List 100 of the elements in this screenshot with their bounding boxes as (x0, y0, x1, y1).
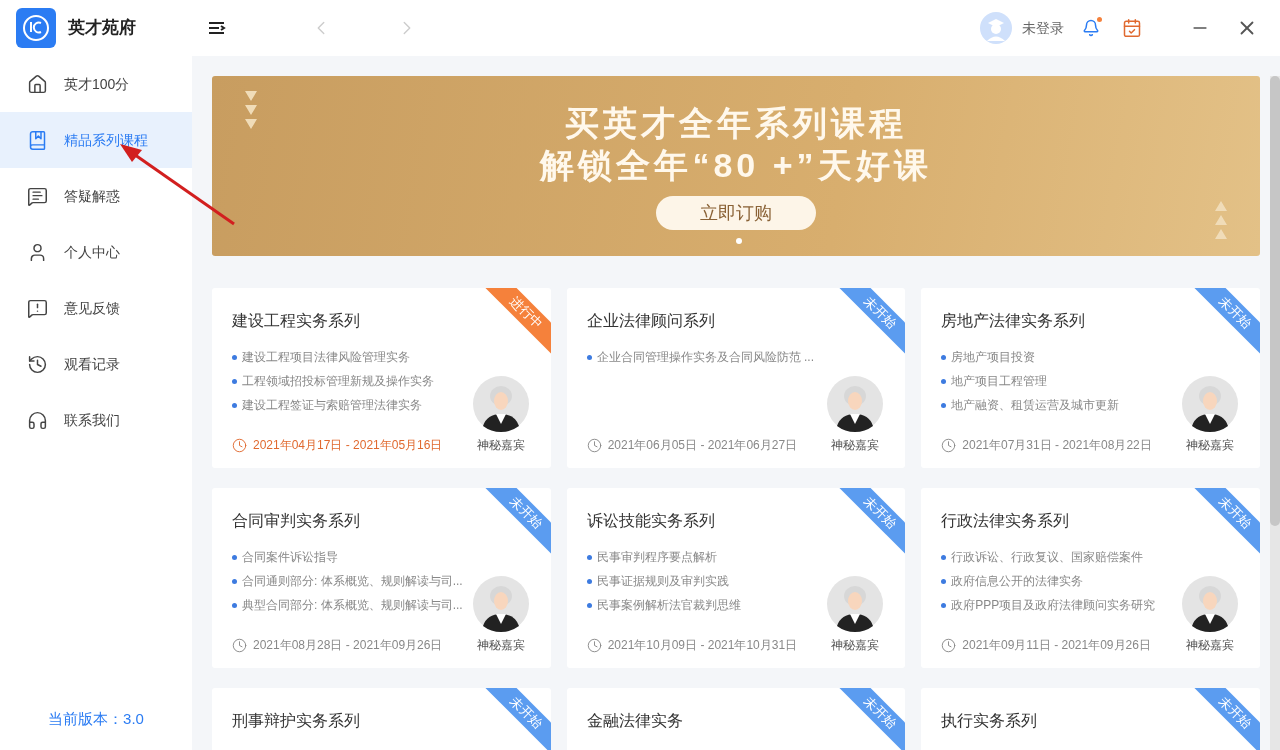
course-topic: 建设工程签证与索赔管理法律实务 (242, 397, 422, 414)
promo-banner[interactable]: 买英才全年系列课程 解锁全年“80 +”天好课 立即订购 (212, 76, 1260, 256)
feedback-icon (27, 297, 48, 319)
bullet-icon (232, 554, 237, 560)
course-topic: 地产融资、租赁运营及城市更新 (951, 397, 1120, 414)
bullet-icon (941, 554, 947, 560)
course-topic: 地产项目工程管理 (951, 373, 1048, 390)
avatar-icon (827, 576, 884, 632)
sidebar-item[interactable]: 意见反馈 (0, 280, 192, 336)
home-icon (27, 73, 48, 95)
bullet-icon (232, 602, 237, 608)
clock-icon (586, 437, 602, 453)
course-card[interactable]: 进行中 建设工程实务系列 建设工程项目法律风险管理实务 工程领域招投标管理新规及操作实务 建设工程签证与索赔管理法律实务 2021年04月17日 - 2021年05月16日 神秘嘉宾 (212, 288, 551, 468)
bullet-icon (586, 554, 592, 560)
clock-icon (232, 437, 247, 453)
course-card[interactable]: 未开始 行政法律实务系列 行政诉讼、行政复议、国家赔偿案件 政府信息公开的法律实务 政府PPP项目及政府法律顾问实务研究 2021年09月11日 - 2021年09月26日 神秘嘉宾 (921, 488, 1260, 668)
course-topic: 房地产项目投资 (951, 349, 1036, 366)
speaker-name: 神秘嘉宾 (831, 437, 880, 454)
course-card[interactable]: 未开始 房地产法律实务系列 房地产项目投资 地产项目工程管理 地产融资、租赁运营及城市更新 2021年07月31日 - 2021年08月22日 神秘嘉宾 (921, 288, 1260, 468)
avatar-icon (472, 576, 529, 632)
clock-icon (586, 637, 602, 653)
course-topic: 政府信息公开的法律实务 (951, 573, 1084, 590)
course-title: 刑事辩护实务系列 (232, 711, 360, 731)
calendar-check-icon[interactable] (1122, 18, 1142, 38)
bullet-icon (941, 354, 947, 360)
sidebar-item[interactable]: 英才100分 (0, 56, 192, 112)
course-topic: 行政诉讼、行政复议、国家赔偿案件 (951, 549, 1144, 566)
course-dates: 2021年07月31日 - 2021年08月22日 (962, 437, 1152, 454)
avatar-icon (827, 376, 884, 432)
bullet-icon (941, 402, 947, 408)
app-logo (16, 8, 56, 48)
speaker-name: 神秘嘉宾 (476, 437, 525, 454)
course-topic: 建设工程项目法律风险管理实务 (242, 349, 410, 366)
course-topic: 工程领域招投标管理新规及操作实务 (242, 373, 434, 390)
notification-bell-icon[interactable] (1082, 19, 1100, 37)
course-title: 建设工程实务系列 (232, 311, 360, 331)
chat-icon (27, 185, 48, 207)
speaker-name: 神秘嘉宾 (1186, 637, 1234, 654)
book-icon (27, 129, 48, 151)
course-card[interactable]: 未开始 诉讼技能实务系列 民事审判程序要点解析 民事证据规则及审判实践 民事案例解析法官裁判思维 2021年10月09日 - 2021年10月31日 神秘嘉宾 (566, 488, 906, 668)
course-title: 诉讼技能实务系列 (586, 511, 715, 531)
clock-icon (941, 637, 957, 653)
course-title: 行政法律实务系列 (941, 511, 1070, 531)
course-card[interactable]: 未开始 合同审判实务系列 合同案件诉讼指导 合同通则部分: 体系概览、规则解读与司... 典型合同部分: 体系概览、规则解读与司... 2021年08月28日 - 2021年09月26日 神秘嘉宾 (212, 488, 551, 668)
course-topic: 合同案件诉讼指导 (242, 549, 338, 566)
bullet-icon (941, 578, 947, 584)
app-name: 英才苑府 (68, 17, 136, 40)
avatar-icon (1182, 576, 1238, 632)
bullet-icon (232, 578, 237, 584)
banner-headline: 买英才全年系列课程 (565, 103, 907, 144)
course-topic: 合同通则部分: 体系概览、规则解读与司... (242, 573, 463, 590)
course-title: 房地产法律实务系列 (941, 311, 1086, 331)
clock-icon (232, 637, 247, 653)
course-topic: 政府PPP项目及政府法律顾问实务研究 (951, 597, 1156, 614)
course-topic: 民事案例解析法官裁判思维 (596, 597, 741, 614)
bullet-icon (586, 578, 592, 584)
course-dates: 2021年04月17日 - 2021年05月16日 (253, 437, 443, 454)
bullet-icon (586, 354, 592, 360)
bullet-icon (941, 602, 947, 608)
bullet-icon (941, 378, 947, 384)
course-card[interactable]: 未开始 执行实务系列 (921, 688, 1260, 750)
sidebar-item[interactable]: 答疑解惑 (0, 168, 192, 224)
course-card[interactable]: 未开始 刑事辩护实务系列 (212, 688, 551, 750)
course-card[interactable]: 未开始 金融法律实务 (566, 688, 906, 750)
sidebar-item[interactable]: 个人中心 (0, 224, 192, 280)
sidebar-item[interactable]: 精品系列课程 (0, 112, 192, 168)
course-card[interactable]: 未开始 企业法律顾问系列 企业合同管理操作实务及合同风险防范 ... 2021年06月05日 - 2021年06月27日 神秘嘉宾 (566, 288, 906, 468)
login-status[interactable]: 未登录 (1022, 17, 1064, 39)
bullet-icon (232, 402, 237, 408)
avatar-icon (1182, 376, 1238, 432)
history-icon (27, 353, 48, 375)
version-label: 当前版本：3.0 (47, 708, 145, 729)
headset-icon (27, 409, 48, 431)
banner-subheadline: 解锁全年“80 +”天好课 (540, 145, 932, 186)
course-dates: 2021年10月09日 - 2021年10月31日 (607, 637, 798, 654)
speaker-name: 神秘嘉宾 (831, 637, 880, 654)
course-topic: 典型合同部分: 体系概览、规则解读与司... (242, 597, 463, 614)
order-button[interactable]: 立即订购 (656, 196, 816, 230)
sidebar-item[interactable]: 联系我们 (0, 392, 192, 448)
course-title: 金融法律实务 (586, 711, 683, 731)
sidebar-item[interactable]: 观看记录 (0, 336, 192, 392)
clock-icon (941, 437, 957, 453)
bullet-icon (232, 378, 237, 384)
bullet-icon (232, 354, 237, 360)
course-topic: 企业合同管理操作实务及合同风险防范 ... (596, 349, 814, 366)
course-dates: 2021年06月05日 - 2021年06月27日 (607, 437, 798, 454)
bullet-icon (586, 602, 592, 608)
menu-collapse-icon[interactable] (208, 21, 226, 35)
scrollbar-thumb[interactable] (1270, 76, 1280, 526)
course-dates: 2021年09月11日 - 2021年09月26日 (962, 637, 1151, 654)
course-dates: 2021年08月28日 - 2021年09月26日 (253, 637, 443, 654)
course-title: 合同审判实务系列 (232, 511, 360, 531)
speaker-name: 神秘嘉宾 (476, 637, 525, 654)
speaker-name: 神秘嘉宾 (1186, 437, 1234, 454)
course-title: 执行实务系列 (941, 711, 1038, 731)
course-topic: 民事证据规则及审判实践 (596, 573, 729, 590)
avatar-icon (472, 376, 529, 432)
triangle-decoration-icon (1214, 200, 1228, 242)
course-topic: 民事审判程序要点解析 (596, 549, 717, 566)
course-title: 企业法律顾问系列 (586, 311, 715, 331)
